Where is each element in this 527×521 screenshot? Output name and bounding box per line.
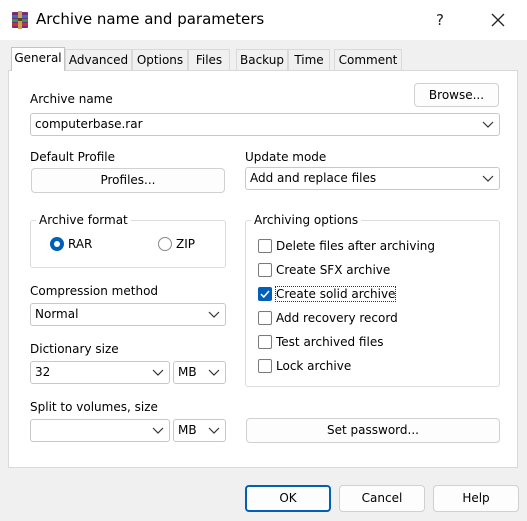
add-recovery-checkbox[interactable] <box>258 311 272 325</box>
dictionary-size-value: 32 <box>35 365 51 379</box>
dictionary-unit-select[interactable]: MB <box>173 361 226 384</box>
split-volumes-combobox[interactable] <box>30 419 170 442</box>
update-mode-label: Update mode <box>245 150 327 164</box>
create-solid-label[interactable]: Create solid archive <box>274 286 397 302</box>
update-mode-value: Add and replace files <box>250 171 377 185</box>
chevron-down-icon[interactable] <box>482 121 494 129</box>
update-mode-select[interactable]: Add and replace files <box>245 167 500 190</box>
tab-advanced[interactable]: Advanced <box>65 49 132 70</box>
tab-comment[interactable]: Comment <box>334 49 402 70</box>
winrar-app-icon <box>11 11 29 29</box>
delete-files-label[interactable]: Delete files after archiving <box>276 239 435 253</box>
archive-format-label: Archive format <box>36 213 131 227</box>
cancel-button[interactable]: Cancel <box>339 485 425 512</box>
tab-files[interactable]: Files <box>188 49 230 70</box>
tab-general[interactable]: General <box>11 47 65 71</box>
archive-name-combobox[interactable]: computerbase.rar <box>30 113 500 136</box>
dictionary-size-label: Dictionary size <box>30 342 119 356</box>
chevron-down-icon[interactable] <box>208 369 220 377</box>
window-title: Archive name and parameters <box>36 10 265 28</box>
rar-radio-label[interactable]: RAR <box>68 237 92 251</box>
archiving-options-label: Archiving options <box>251 213 362 227</box>
chevron-down-icon[interactable] <box>152 369 164 377</box>
archive-name-value: computerbase.rar <box>35 117 143 131</box>
create-solid-checkbox[interactable] <box>258 287 272 301</box>
lock-archive-checkbox[interactable] <box>258 359 272 373</box>
compression-method-select[interactable]: Normal <box>30 303 226 326</box>
tab-options[interactable]: Options <box>132 49 188 70</box>
help-button[interactable]: Help <box>433 485 519 512</box>
ok-button[interactable]: OK <box>245 485 331 512</box>
close-button[interactable] <box>478 6 518 34</box>
create-sfx-checkbox[interactable] <box>258 263 272 277</box>
zip-radio[interactable] <box>158 237 172 251</box>
test-archived-checkbox[interactable] <box>258 335 272 349</box>
tab-time[interactable]: Time <box>288 49 330 70</box>
rar-radio[interactable] <box>50 237 64 251</box>
archive-name-label: Archive name <box>30 92 113 106</box>
delete-files-checkbox[interactable] <box>258 239 272 253</box>
compression-method-value: Normal <box>35 307 79 321</box>
title-bar: Archive name and parameters ? <box>0 0 527 40</box>
zip-radio-label[interactable]: ZIP <box>176 237 195 251</box>
default-profile-label: Default Profile <box>30 150 115 164</box>
split-volumes-label: Split to volumes, size <box>30 400 158 414</box>
set-password-button[interactable]: Set password... <box>246 418 500 443</box>
compression-method-label: Compression method <box>30 284 159 298</box>
chevron-down-icon[interactable] <box>208 311 220 319</box>
dictionary-size-combobox[interactable]: 32 <box>30 361 170 384</box>
test-archived-label[interactable]: Test archived files <box>276 335 383 349</box>
split-unit-select[interactable]: MB <box>173 419 226 442</box>
create-sfx-label[interactable]: Create SFX archive <box>276 263 390 277</box>
help-question-button[interactable]: ? <box>420 6 460 34</box>
browse-button[interactable]: Browse... <box>414 83 499 107</box>
add-recovery-label[interactable]: Add recovery record <box>276 311 398 325</box>
dictionary-unit-value: MB <box>178 365 197 379</box>
checkmark-icon <box>260 290 270 299</box>
tab-backup[interactable]: Backup <box>236 49 288 70</box>
profiles-button[interactable]: Profiles... <box>31 168 225 193</box>
lock-archive-label[interactable]: Lock archive <box>276 359 351 373</box>
chevron-down-icon[interactable] <box>482 175 494 183</box>
chevron-down-icon[interactable] <box>152 427 164 435</box>
split-unit-value: MB <box>178 423 197 437</box>
chevron-down-icon[interactable] <box>208 427 220 435</box>
close-icon <box>491 13 505 27</box>
